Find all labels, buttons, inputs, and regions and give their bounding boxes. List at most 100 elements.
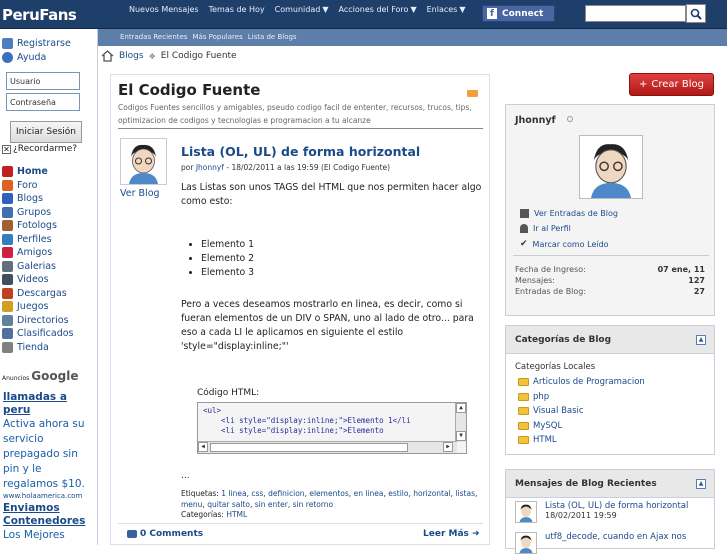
category-item[interactable]: MySQL bbox=[518, 421, 562, 431]
search-button[interactable] bbox=[686, 4, 706, 23]
top-nav-item[interactable]: Acciones del Foro ▼ bbox=[339, 5, 417, 14]
view-blog-entries-link[interactable]: Ver Entradas de Blog bbox=[520, 209, 618, 218]
ad-1-url[interactable]: www.holaamerica.com bbox=[3, 492, 95, 500]
ad-2-title-line-2[interactable]: Contenedores bbox=[3, 515, 95, 528]
tag-link[interactable]: estilo bbox=[388, 489, 408, 498]
tag-link[interactable]: 1 linea bbox=[221, 489, 246, 498]
search-input[interactable] bbox=[585, 5, 686, 22]
collapse-icon[interactable]: ▲ bbox=[696, 479, 706, 489]
post-author-link[interactable]: Jhonnyf bbox=[196, 163, 224, 172]
tag-link[interactable]: definicion bbox=[268, 489, 305, 498]
go-to-profile-label: Ir al Perfil bbox=[533, 224, 571, 233]
read-more-link[interactable]: Leer Más ➜ bbox=[423, 529, 480, 539]
ad-1-title[interactable]: llamadas a peru bbox=[3, 391, 95, 417]
panel-header: Categorías de Blog ▲ bbox=[506, 326, 714, 354]
menu-item[interactable]: Foro bbox=[2, 179, 74, 193]
site-logo[interactable]: PeruFans bbox=[2, 6, 77, 24]
go-to-profile-link[interactable]: Ir al Perfil bbox=[520, 224, 571, 233]
home-icon[interactable] bbox=[101, 50, 114, 62]
top-nav-item[interactable]: Comunidad ▼ bbox=[275, 5, 329, 14]
code-vertical-scrollbar[interactable]: ▲ ▼ bbox=[455, 403, 466, 442]
view-blog-link[interactable]: Ver Blog bbox=[120, 188, 160, 199]
scroll-left-arrow-icon[interactable]: ◀ bbox=[198, 442, 208, 452]
recent-post-title[interactable]: utf8_decode, cuando en Ajax nos bbox=[545, 532, 686, 542]
menu-item[interactable]: Juegos bbox=[2, 300, 74, 314]
menu-item-label: Amigos bbox=[17, 247, 53, 259]
code-block[interactable]: <ul> <li style="display:inline;">Element… bbox=[197, 402, 467, 454]
recent-post-item[interactable]: utf8_decode, cuando en Ajax nos bbox=[515, 532, 686, 554]
top-nav-item[interactable]: Temas de Hoy bbox=[209, 5, 265, 14]
stat-join-date: Fecha de Ingreso: 07 ene, 11 bbox=[515, 265, 705, 274]
top-nav-item[interactable]: Enlaces ▼ bbox=[427, 5, 466, 14]
menu-item[interactable]: Perfiles bbox=[2, 233, 74, 247]
post-title[interactable]: Lista (OL, UL) de forma horizontal bbox=[181, 144, 420, 159]
tag-link[interactable]: sin retorno bbox=[293, 500, 334, 509]
remember-me[interactable]: ✕ ¿Recordarme? bbox=[2, 144, 77, 154]
rss-icon[interactable] bbox=[467, 90, 478, 97]
menu-item[interactable]: Galerias bbox=[2, 260, 74, 274]
menu-item[interactable]: Descargas bbox=[2, 287, 74, 301]
menu-item[interactable]: Directorios bbox=[2, 314, 74, 328]
divider bbox=[118, 523, 483, 524]
tag-link[interactable]: en linea bbox=[354, 489, 384, 498]
menu-item[interactable]: Videos bbox=[2, 273, 74, 287]
main-menu: Home Foro Blogs Grupos Fotologs Perfiles Amigo… bbox=[2, 165, 74, 354]
scroll-up-arrow-icon[interactable]: ▲ bbox=[456, 403, 466, 413]
blog-title[interactable]: El Codigo Fuente bbox=[118, 81, 260, 99]
category-item[interactable]: Articulos de Programacion bbox=[518, 377, 645, 387]
comments-link[interactable]: 0 Comments bbox=[127, 529, 203, 539]
tag-link[interactable]: sin enter bbox=[255, 500, 288, 509]
sub-nav-item[interactable]: Más Populares bbox=[192, 33, 242, 41]
register-link[interactable]: Registrarse bbox=[2, 38, 71, 49]
menu-item[interactable]: Home bbox=[2, 165, 74, 179]
tag-link[interactable]: quitar salto bbox=[207, 500, 250, 509]
tag-link[interactable]: elementos bbox=[309, 489, 348, 498]
mark-as-read-link[interactable]: ✔ Marcar como Leído bbox=[520, 239, 609, 249]
category-item[interactable]: HTML bbox=[518, 435, 557, 445]
remember-checkbox[interactable]: ✕ bbox=[2, 144, 11, 154]
menu-item-label: Videos bbox=[17, 274, 49, 286]
ads-by-google[interactable]: Anuncios Google bbox=[2, 369, 78, 383]
tag-link[interactable]: listas bbox=[455, 489, 475, 498]
tag-link[interactable]: css bbox=[251, 489, 263, 498]
sub-nav: Entradas Recientes Más Populares Lista de … bbox=[98, 29, 727, 46]
scroll-right-arrow-icon[interactable]: ▶ bbox=[443, 442, 453, 452]
login-button[interactable]: Iniciar Sesión bbox=[10, 121, 82, 143]
category-item[interactable]: Visual Basic bbox=[518, 406, 584, 416]
password-field[interactable]: Contraseña bbox=[6, 93, 80, 111]
menu-item[interactable]: Tienda bbox=[2, 341, 74, 355]
sub-nav-item[interactable]: Entradas Recientes bbox=[120, 33, 187, 41]
ad-1[interactable]: llamadas a peru Activa ahora su servicio p… bbox=[3, 391, 95, 500]
sub-nav-item[interactable]: Lista de Blogs bbox=[248, 33, 297, 41]
recent-post-title[interactable]: Lista (OL, UL) de forma horizontal bbox=[545, 501, 688, 511]
menu-item[interactable]: Clasificados bbox=[2, 327, 74, 341]
facebook-connect-button[interactable]: f Connect bbox=[482, 5, 555, 22]
scroll-thumb[interactable] bbox=[210, 443, 408, 452]
profile-name[interactable]: Jhonnyf bbox=[515, 115, 556, 126]
username-field[interactable]: Usuario bbox=[6, 72, 80, 90]
menu-item[interactable]: Grupos bbox=[2, 206, 74, 220]
tag-link[interactable]: menu bbox=[181, 500, 202, 509]
ad-2-title-line-1[interactable]: Enviamos bbox=[3, 502, 95, 515]
scroll-down-arrow-icon[interactable]: ▼ bbox=[456, 431, 466, 441]
recent-post-item[interactable]: Lista (OL, UL) de forma horizontal 18/02/… bbox=[515, 501, 688, 523]
category-item[interactable]: php bbox=[518, 392, 549, 402]
menu-item[interactable]: Blogs bbox=[2, 192, 74, 206]
top-nav-item[interactable]: Nuevos Mensajes bbox=[129, 5, 199, 14]
category-link[interactable]: HTML bbox=[226, 510, 247, 519]
create-blog-button[interactable]: + Crear Blog bbox=[629, 73, 714, 96]
author-avatar[interactable] bbox=[120, 138, 167, 185]
ad-2[interactable]: Enviamos Contenedores Los Mejores bbox=[3, 502, 95, 543]
avatar-icon bbox=[591, 144, 631, 198]
help-link[interactable]: Ayuda bbox=[2, 52, 46, 63]
menu-item[interactable]: Amigos bbox=[2, 246, 74, 260]
code-horizontal-scrollbar[interactable]: ◀ ▶ bbox=[198, 441, 457, 453]
breadcrumb-blogs[interactable]: Blogs bbox=[119, 51, 144, 61]
menu-item[interactable]: Fotologs bbox=[2, 219, 74, 233]
profile-avatar[interactable] bbox=[579, 135, 643, 199]
tag-link[interactable]: horizontal bbox=[413, 489, 450, 498]
local-categories-heading: Categorías Locales bbox=[515, 362, 596, 372]
panel-header: Mensajes de Blog Recientes ▲ bbox=[506, 470, 714, 498]
menu-item-label: Grupos bbox=[17, 206, 52, 218]
collapse-icon[interactable]: ▲ bbox=[696, 335, 706, 345]
